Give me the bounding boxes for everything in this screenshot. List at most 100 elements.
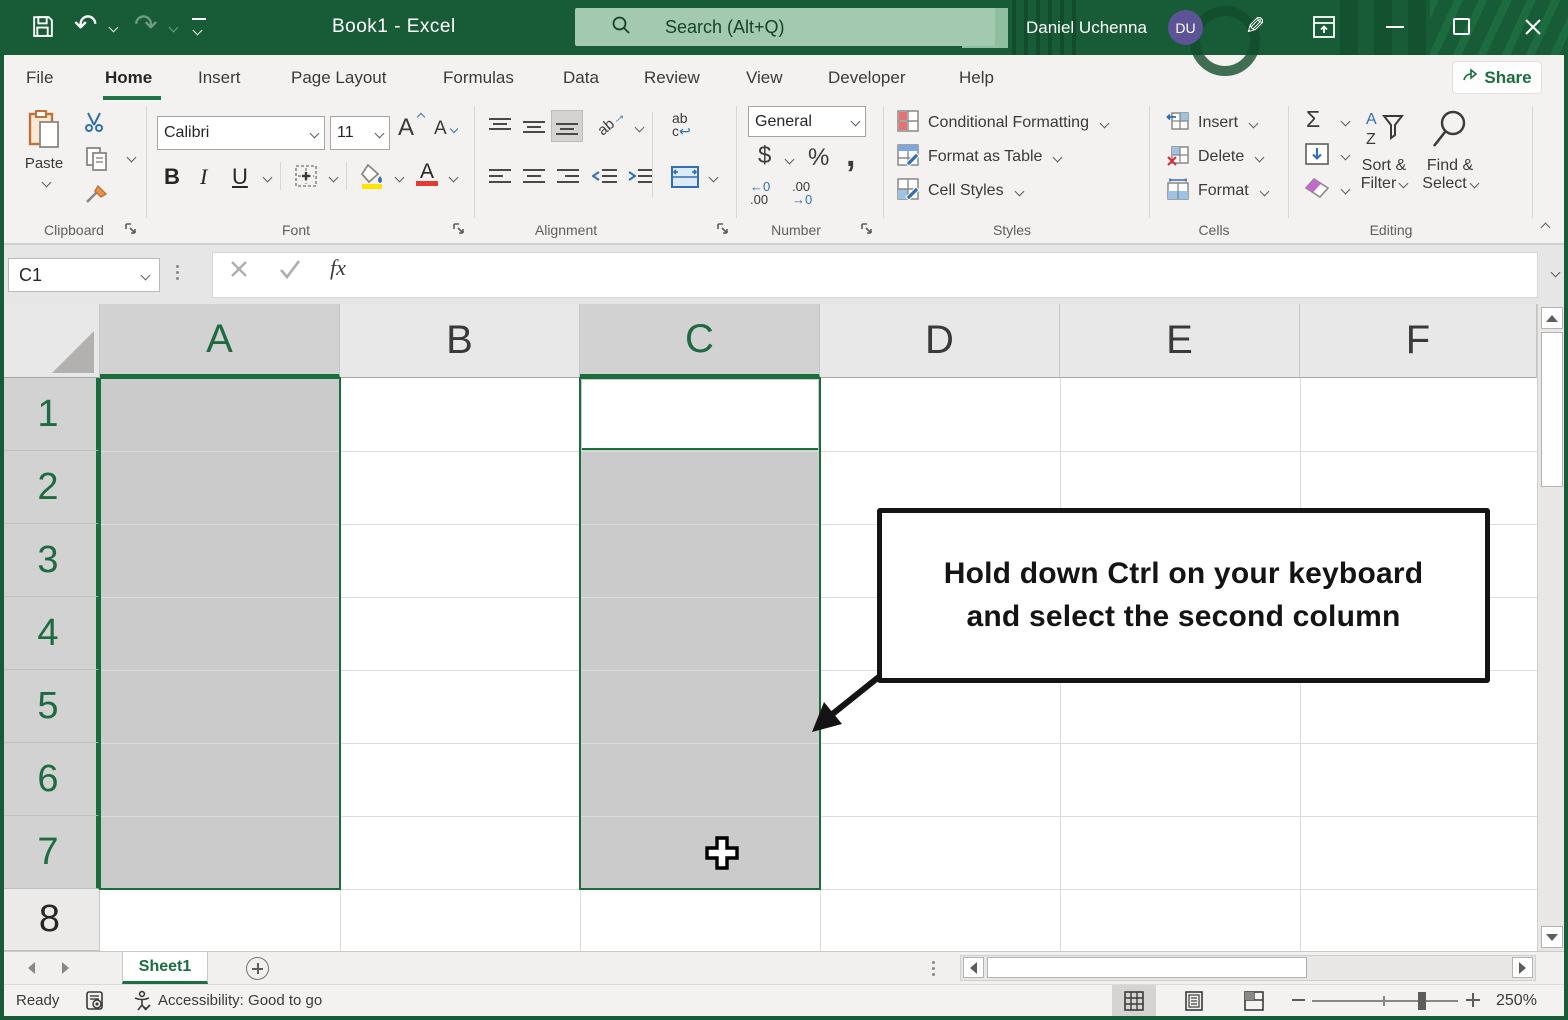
tab-help[interactable]: Help [957,55,996,100]
formula-input[interactable] [372,253,1532,297]
decrease-indent-icon[interactable] [591,166,618,193]
view-page-layout-button[interactable] [1172,985,1216,1016]
row-header-7[interactable]: 7 [0,816,100,889]
tab-review[interactable]: Review [642,55,702,100]
fill-color-dropdown-icon[interactable] [394,172,405,183]
search-input[interactable]: Search (Alt+Q) [575,8,995,46]
align-right-icon[interactable] [556,166,580,193]
font-dialog-launcher-icon[interactable] [452,222,466,236]
font-color-icon[interactable]: A [416,160,438,186]
fill-button-icon[interactable] [1304,142,1330,171]
undo-dropdown-icon[interactable] [108,22,119,33]
row-header-2[interactable]: 2 [0,451,100,524]
avatar[interactable]: DU [1168,10,1203,45]
tab-scrollbar-splitter[interactable] [932,961,935,976]
ribbon-display-options-icon[interactable] [1312,15,1336,44]
insert-function-icon[interactable]: fx [330,255,346,281]
italic-button[interactable]: I [200,164,207,190]
accounting-dropdown-icon[interactable] [784,154,795,165]
close-button[interactable] [1523,17,1543,42]
save-icon[interactable] [30,14,55,44]
orientation-dropdown-icon[interactable] [634,122,645,133]
user-name[interactable]: Daniel Uchenna [1026,18,1147,38]
collapse-ribbon-icon[interactable] [1540,222,1551,233]
sheet-nav-prev-icon[interactable] [28,962,35,974]
format-painter-icon[interactable] [84,182,110,213]
font-name-combo[interactable]: Calibri [157,116,325,150]
align-left-icon[interactable] [488,166,512,193]
delete-cells-button[interactable]: Delete [1166,142,1265,172]
decrease-decimal-button[interactable]: .00 →0 [792,180,812,206]
cell-styles-button[interactable]: Cell Styles [896,176,1025,206]
tab-home[interactable]: Home [103,55,154,100]
row-header-6[interactable]: 6 [0,743,100,816]
view-normal-button[interactable] [1112,985,1156,1016]
tab-view[interactable]: View [744,55,785,100]
borders-icon[interactable] [294,164,318,193]
borders-dropdown-icon[interactable] [328,172,339,183]
zoom-slider-track[interactable] [1312,1000,1458,1002]
paste-button[interactable]: Paste [16,108,72,212]
percent-style-button[interactable]: % [808,144,829,172]
row-header-4[interactable]: 4 [0,597,100,670]
copy-icon[interactable] [84,146,110,177]
horizontal-scrollbar[interactable] [960,955,1536,981]
zoom-level[interactable]: 250% [1496,992,1537,1010]
underline-button[interactable]: U [232,164,248,190]
clipboard-dialog-launcher-icon[interactable] [124,222,138,236]
copy-dropdown-icon[interactable] [126,152,137,163]
feedback-pen-icon[interactable]: ✎ [1245,12,1265,41]
accessibility-icon[interactable] [132,990,152,1015]
new-sheet-button[interactable] [246,957,269,980]
insert-cells-button[interactable]: Insert [1166,108,1259,138]
column-header-b[interactable]: B [340,304,580,378]
increase-indent-icon[interactable] [628,166,654,193]
align-bottom-button-selected[interactable] [551,110,583,142]
scroll-left-button[interactable] [963,957,984,978]
zoom-slider-thumb[interactable] [1418,992,1426,1010]
selected-range-column-a[interactable] [100,378,340,889]
row-header-3[interactable]: 3 [0,524,100,597]
align-center-icon[interactable] [522,166,546,193]
column-header-a[interactable]: A [100,304,340,378]
vertical-scrollbar-thumb[interactable] [1541,332,1563,487]
font-size-combo[interactable]: 11 [330,116,390,150]
underline-dropdown-icon[interactable] [262,172,273,183]
scroll-up-button[interactable] [1541,307,1563,329]
autosum-button[interactable]: Σ [1306,106,1320,133]
sort-filter-button[interactable]: AZ Sort & Filter [1356,108,1412,193]
tab-file[interactable]: File [24,55,55,100]
clear-dropdown-icon[interactable] [1340,184,1351,195]
format-cells-button[interactable]: Format [1166,176,1270,206]
bold-button[interactable]: B [164,164,180,190]
share-button[interactable]: Share [1452,61,1542,94]
redo-icon[interactable]: ↷ [134,8,157,41]
horizontal-scrollbar-thumb[interactable] [987,957,1307,978]
redo-dropdown-icon[interactable] [168,22,179,33]
fill-dropdown-icon[interactable] [1340,150,1351,161]
comma-style-button[interactable]: , [846,136,855,175]
vertical-scrollbar[interactable] [1537,304,1565,951]
column-header-f[interactable]: F [1300,304,1537,378]
column-header-c[interactable]: C [580,304,820,378]
tab-insert[interactable]: Insert [196,55,243,100]
column-header-d[interactable]: D [820,304,1060,378]
zoom-out-button[interactable] [1292,999,1305,1002]
cancel-icon[interactable] [228,258,250,285]
format-as-table-button[interactable]: Format as Table [896,142,1063,172]
clear-button-icon[interactable] [1304,176,1332,205]
customize-quick-access-icon[interactable] [192,18,208,38]
view-page-break-button[interactable] [1232,985,1276,1016]
sheet-tab-sheet1[interactable]: Sheet1 [122,952,208,984]
wrap-text-icon[interactable]: ab c↩ [672,111,702,138]
alignment-dialog-launcher-icon[interactable] [716,222,730,236]
conditional-formatting-button[interactable]: Conditional Formatting [896,108,1110,138]
align-middle-icon[interactable] [522,116,546,143]
merge-center-dropdown-icon[interactable] [708,172,719,183]
orientation-icon[interactable]: ab→ [594,106,629,139]
tab-data[interactable]: Data [561,55,601,100]
scroll-down-button[interactable] [1541,926,1563,948]
number-dialog-launcher-icon[interactable] [860,222,874,236]
accessibility-status[interactable]: Accessibility: Good to go [158,992,322,1009]
row-header-8[interactable]: 8 [0,889,100,951]
